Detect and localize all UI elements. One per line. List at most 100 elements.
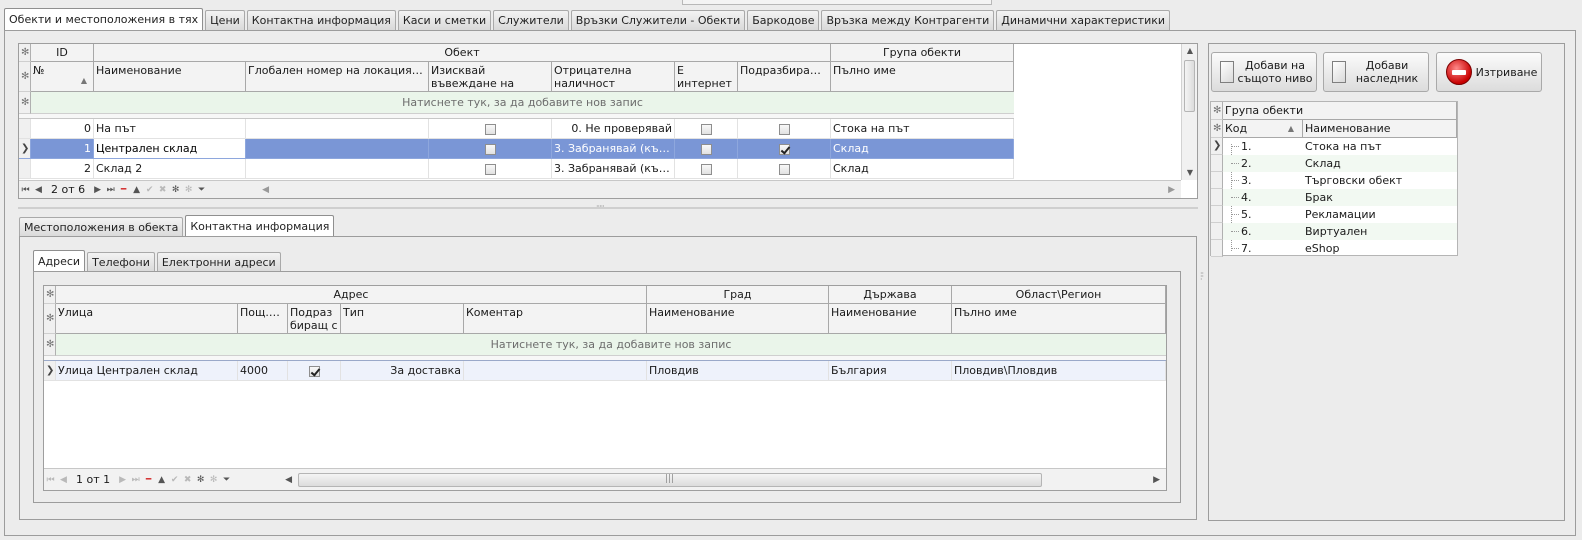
tab-phones[interactable]: Телефони xyxy=(87,252,155,272)
tree-row[interactable]: ❯ 1. Стока на път xyxy=(1211,138,1457,155)
col-header-full-name[interactable]: Пълно име xyxy=(831,62,1014,92)
prev-record-icon[interactable]: ◀ xyxy=(57,475,70,485)
cancel-record-icon[interactable]: ✖ xyxy=(156,185,169,195)
col-header-no[interactable]: № ▲ xyxy=(31,62,94,92)
col-header-eshop[interactable]: Е интернет магазин xyxy=(675,62,738,92)
delete-record-icon[interactable]: ━ xyxy=(117,185,130,195)
checkbox[interactable] xyxy=(700,123,712,135)
col-header-type[interactable]: Тип xyxy=(341,304,464,334)
table-row[interactable]: ❯ Улица Централен склад 4000 За доставка… xyxy=(44,361,1166,381)
checkbox[interactable] xyxy=(700,143,712,155)
col-header-name[interactable]: Наименование xyxy=(94,62,246,92)
tab-cash-accounts[interactable]: Каси и сметки xyxy=(397,10,492,30)
cell-require-location[interactable] xyxy=(429,139,552,159)
checkbox-checked[interactable] xyxy=(778,143,790,155)
cell-require-location[interactable] xyxy=(429,119,552,139)
col-header-country-name[interactable]: Наименование xyxy=(829,304,952,334)
up-icon[interactable]: ▲ xyxy=(155,475,168,485)
checkbox[interactable] xyxy=(484,143,496,155)
checkbox[interactable] xyxy=(778,163,790,175)
tab-employee-object-links[interactable]: Връзки Служители - Обекти xyxy=(570,10,746,30)
delete-button[interactable]: Изтриване xyxy=(1436,52,1542,92)
first-record-icon[interactable]: ⏮ xyxy=(44,475,57,485)
next-record-icon[interactable]: ▶ xyxy=(91,185,104,195)
next-record-icon[interactable]: ▶ xyxy=(116,475,129,485)
cell-eshop[interactable] xyxy=(675,119,738,139)
add-child-button[interactable]: Добави наследник xyxy=(1323,52,1429,92)
horizontal-splitter[interactable] xyxy=(18,207,1198,209)
prev-record-icon[interactable]: ◀ xyxy=(32,185,45,195)
tab-contact-information[interactable]: Контактна информация xyxy=(185,215,335,238)
tab-barcodes[interactable]: Баркодове xyxy=(747,10,820,30)
col-header-city-name[interactable]: Наименование xyxy=(647,304,829,334)
tab-dynamic-characteristics[interactable]: Динамични характеристики xyxy=(996,10,1171,30)
cell-default[interactable] xyxy=(288,361,341,381)
cell-eshop[interactable] xyxy=(675,159,738,179)
scroll-down-icon[interactable]: ▼ xyxy=(1182,168,1197,177)
checkbox-checked[interactable] xyxy=(308,365,320,377)
vertical-scrollbar[interactable]: ▲ ▼ xyxy=(1181,44,1197,180)
col-header-require-location[interactable]: Изисквай въвеждане на местоположение xyxy=(429,62,552,92)
col-header-region-full-name[interactable]: Пълно име xyxy=(952,304,1166,334)
tab-employees[interactable]: Служители xyxy=(493,10,569,30)
col-header-default[interactable]: Подразбиращ се xyxy=(288,304,341,334)
tree-row[interactable]: 5. Рекламации xyxy=(1211,206,1457,223)
scroll-left-icon[interactable]: ◀ xyxy=(285,475,292,485)
tab-object-locations[interactable]: Местоположения в обекта xyxy=(19,217,184,237)
checkbox[interactable] xyxy=(778,123,790,135)
asterisk-icon[interactable]: ✻ xyxy=(194,475,207,485)
col-header-negative-stock[interactable]: Отрицателна наличност xyxy=(552,62,675,92)
scroll-right-icon[interactable]: ▶ xyxy=(1168,185,1175,195)
tab-contact-info[interactable]: Контактна информация xyxy=(246,10,396,30)
col-header-code[interactable]: Код ▲ xyxy=(1223,120,1303,138)
scrollbar-thumb[interactable] xyxy=(1184,60,1195,112)
delete-record-icon[interactable]: ━ xyxy=(142,475,155,485)
scroll-right-icon[interactable]: ▶ xyxy=(1153,475,1160,485)
cell-name-editing[interactable]: Централен склад xyxy=(94,139,246,159)
save-record-icon[interactable]: ✔ xyxy=(143,185,156,195)
col-header-name[interactable]: Наименование xyxy=(1303,120,1457,138)
cell-default[interactable] xyxy=(738,139,831,159)
checkbox[interactable] xyxy=(484,163,496,175)
col-header-default[interactable]: Подразбиращ се xyxy=(738,62,831,92)
table-row[interactable]: 0 На път 0. Не проверявай Стока на път xyxy=(19,119,1014,139)
tree-row[interactable]: 7. eShop xyxy=(1211,240,1457,257)
filter-icon[interactable]: ⏷ xyxy=(195,185,208,195)
up-icon[interactable]: ▲ xyxy=(130,185,143,195)
asterisk-icon[interactable]: ✻ xyxy=(182,185,195,195)
tab-addresses[interactable]: Адреси xyxy=(33,250,86,273)
tree-row[interactable]: 3. Търговски обект xyxy=(1211,172,1457,189)
vertical-splitter-grip-icon[interactable]: ····· xyxy=(1200,270,1204,284)
table-row-selected[interactable]: ❯ 1 Централен склад 3. Забранявай (към .… xyxy=(19,139,1014,159)
add-same-level-button[interactable]: Добави на същото ниво xyxy=(1211,52,1317,92)
table-row[interactable]: 2 Склад 2 3. Забранявай (към ... Склад xyxy=(19,159,1014,179)
tree-row[interactable]: 4. Брак xyxy=(1211,189,1457,206)
horizontal-scrollbar-thumb[interactable]: ||| xyxy=(298,472,1043,487)
checkbox[interactable] xyxy=(484,123,496,135)
asterisk-icon[interactable]: ✻ xyxy=(169,185,182,195)
scroll-up-icon[interactable]: ▲ xyxy=(1182,46,1197,55)
scroll-left-icon[interactable]: ◀ xyxy=(262,185,269,195)
splitter-grip-icon[interactable]: ····· xyxy=(596,202,605,211)
save-record-icon[interactable]: ✔ xyxy=(168,475,181,485)
col-header-street[interactable]: Улица xyxy=(56,304,238,334)
last-record-icon[interactable]: ⏭ xyxy=(104,185,117,195)
cell-require-location[interactable] xyxy=(429,159,552,179)
cancel-record-icon[interactable]: ✖ xyxy=(181,475,194,485)
cell-eshop[interactable] xyxy=(675,139,738,159)
new-record-row[interactable]: Натиснете тук, за да добавите нов запис xyxy=(56,334,1166,356)
first-record-icon[interactable]: ⏮ xyxy=(19,185,32,195)
tab-objects-locations[interactable]: Обекти и местоположения в тях xyxy=(4,8,204,31)
tree-row[interactable]: 2. Склад xyxy=(1211,155,1457,172)
col-header-gln[interactable]: Глобален номер на локация (GLN) xyxy=(246,62,429,92)
filter-icon[interactable]: ⏷ xyxy=(220,475,233,485)
tab-partner-links[interactable]: Връзка между Контрагенти xyxy=(821,10,995,30)
checkbox[interactable] xyxy=(700,163,712,175)
cell-default[interactable] xyxy=(738,159,831,179)
asterisk-icon[interactable]: ✻ xyxy=(207,475,220,485)
new-record-row[interactable]: Натиснете тук, за да добавите нов запис xyxy=(31,92,1014,114)
tab-prices[interactable]: Цени xyxy=(205,10,245,30)
col-header-postcode[interactable]: Пощ.код xyxy=(238,304,288,334)
cell-default[interactable] xyxy=(738,119,831,139)
tab-emails[interactable]: Електронни адреси xyxy=(156,252,281,272)
